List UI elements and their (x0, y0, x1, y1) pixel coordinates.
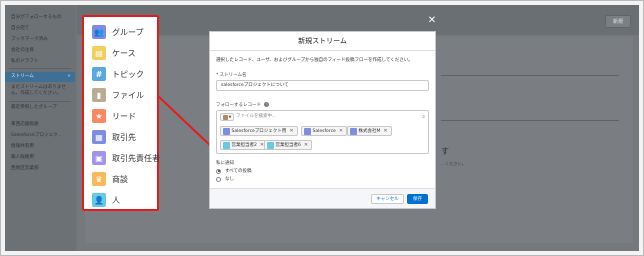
save-button[interactable]: 保存 (407, 194, 428, 204)
sidebar-divider (9, 68, 71, 69)
list-divider (441, 120, 619, 121)
cancel-button[interactable]: キャンセル (371, 194, 404, 204)
search-icon: ⌕ (422, 114, 425, 120)
sidebar-item-group[interactable]: 職人販路用 (11, 154, 34, 160)
pill-label: 株式会社M (358, 129, 381, 134)
callout-item-group[interactable]: 👥 グループ (92, 24, 144, 40)
callout-item-account[interactable]: ▦ 取引先 (92, 129, 136, 145)
sidebar-item-group[interactable]: 東西応援販路 (11, 121, 39, 127)
record-search-placeholder: ファイルを検索中... (236, 114, 277, 119)
stream-name-input[interactable]: salesforceプロジェクトについて (216, 80, 429, 91)
follow-records-field: ▼ ファイルを検索中... ⌕ Salesforceプロジェクト用 ✕ Sale… (216, 110, 429, 154)
new-stream-dialog: 新規ストリーム 選択したレコード、ユーザ、およびグループから独自のフィード投稿フ… (209, 31, 436, 209)
group-icon (222, 127, 230, 135)
callout-item-label: ケース (112, 48, 136, 58)
callout-item-label: 人 (112, 195, 120, 205)
radio-unchecked-icon (216, 176, 221, 182)
record-type-picker[interactable]: ▼ (220, 113, 234, 121)
radio-checked-icon (216, 168, 221, 174)
new-button[interactable]: 新規 (605, 15, 631, 28)
person-icon (266, 141, 274, 149)
contact-icon: ▣ (92, 151, 106, 165)
remove-pill-icon[interactable]: ✕ (383, 128, 387, 134)
selected-record-pill[interactable]: 営業担当者2 ✕ (220, 140, 269, 150)
remove-pill-icon[interactable]: ✕ (339, 128, 343, 134)
empty-state-heading: す (441, 147, 449, 156)
callout-item-topic[interactable]: # トピック (92, 66, 144, 82)
radio-label: なし (225, 177, 234, 182)
sidebar-item-streams[interactable]: ストリーム + (5, 72, 75, 82)
add-stream-icon[interactable]: + (67, 72, 71, 82)
list-divider (441, 75, 619, 76)
lead-icon: ★ (92, 109, 106, 123)
sidebar-item-company-highlights[interactable]: 会社の注目 (11, 47, 34, 53)
person-icon: 👤 (92, 193, 106, 207)
file-icon (222, 114, 228, 120)
callout-item-opportunity[interactable]: ♛ 商談 (92, 171, 128, 187)
case-icon: ▤ (92, 46, 106, 60)
selected-record-pill[interactable]: Salesforce ✕ (301, 126, 348, 136)
sidebar-empty-streams-text: まだストリームはありません。作成してください。 (11, 85, 66, 96)
pill-label: 営業担当者6 (275, 143, 301, 148)
notify-none-option[interactable]: なし (216, 176, 234, 182)
callout-item-label: 取引先責任者 (112, 153, 160, 163)
dialog-title: 新規ストリーム (298, 37, 347, 45)
pill-label: Salesforce (312, 128, 336, 134)
pill-label: Salesforceプロジェクト用 (231, 129, 287, 134)
dialog-footer: キャンセル 保存 (210, 188, 435, 208)
notify-all-posts-option[interactable]: すべての投稿 (216, 168, 252, 174)
sidebar-item-bookmarked[interactable]: ブックマーク済み (11, 36, 48, 42)
sidebar-recent-groups-heading: 最近参照したグループ (11, 105, 57, 110)
account-icon (303, 127, 311, 135)
sidebar-item-label: ストリーム (11, 74, 34, 79)
callout-item-label: リード (112, 111, 136, 121)
callout-item-label: 商談 (112, 174, 128, 184)
close-icon[interactable]: ✕ (427, 16, 437, 26)
record-search-input[interactable]: ファイルを検索中... ⌕ (236, 113, 425, 121)
sidebar-item-group[interactable]: 西地区営業部 (11, 165, 39, 171)
callout-item-lead[interactable]: ★ リード (92, 108, 136, 124)
dialog-description: 選択したレコード、ユーザ、およびグループから独自のフィード投稿フローを作成してく… (216, 58, 413, 63)
remove-pill-icon[interactable]: ✕ (289, 128, 293, 134)
chevron-down-icon: ▼ (228, 115, 232, 119)
file-icon: ▮ (92, 88, 106, 102)
sidebar-item-my-drafts[interactable]: 私のドラフト (11, 58, 39, 64)
account-icon: ▦ (92, 130, 106, 144)
empty-state-text: ...ください。 (441, 161, 466, 166)
dialog-header: 新規ストリーム (210, 32, 435, 51)
remove-pill-icon[interactable]: ✕ (304, 142, 308, 148)
selected-record-pill[interactable]: 営業担当者6 ✕ (264, 140, 313, 150)
callout-item-label: グループ (112, 27, 144, 37)
callout-item-contact[interactable]: ▣ 取引先責任者 (92, 150, 160, 166)
sidebar-divider (9, 101, 71, 102)
pill-label: 営業担当者2 (231, 143, 257, 148)
selected-record-pill[interactable]: Salesforceプロジェクト用 ✕ (220, 126, 298, 136)
callout-item-label: トピック (112, 69, 144, 79)
callout-item-label: 取引先 (112, 132, 136, 142)
opportunity-icon: ♛ (92, 172, 106, 186)
sidebar-item-to-me[interactable]: 自分宛て (11, 25, 29, 31)
record-type-callout: 👥 グループ ▤ ケース # トピック ▮ ファイル ★ リード ▦ 取引先 ▣… (82, 15, 160, 211)
sidebar-item-following[interactable]: 自分がフォローするもの (11, 14, 62, 20)
group-icon: 👥 (92, 25, 106, 39)
sidebar-item-group[interactable]: 情報共有用 (11, 143, 34, 149)
callout-item-label: ファイル (112, 90, 144, 100)
selected-record-pill[interactable]: 株式会社M ✕ (347, 126, 392, 136)
sidebar-item-group[interactable]: Salesforceプロジェク... (11, 132, 62, 138)
feed-sidebar: 自分がフォローするもの 自分宛て ブックマーク済み 会社の注目 私のドラフト ス… (5, 5, 75, 251)
callout-item-file[interactable]: ▮ ファイル (92, 87, 144, 103)
follow-records-label: フォローするレコード i (216, 102, 270, 108)
info-icon: i (264, 102, 270, 107)
notify-me-label: 私に通知 (216, 161, 234, 166)
follow-records-label-text: フォローするレコード (216, 103, 261, 108)
radio-label: すべての投稿 (225, 169, 252, 174)
person-icon (222, 141, 230, 149)
callout-item-person[interactable]: 👤 人 (92, 192, 120, 208)
callout-item-case[interactable]: ▤ ケース (92, 45, 136, 61)
topic-icon: # (92, 67, 106, 81)
stream-name-label: * ストリーム名 (216, 73, 247, 78)
account-icon (349, 127, 357, 135)
